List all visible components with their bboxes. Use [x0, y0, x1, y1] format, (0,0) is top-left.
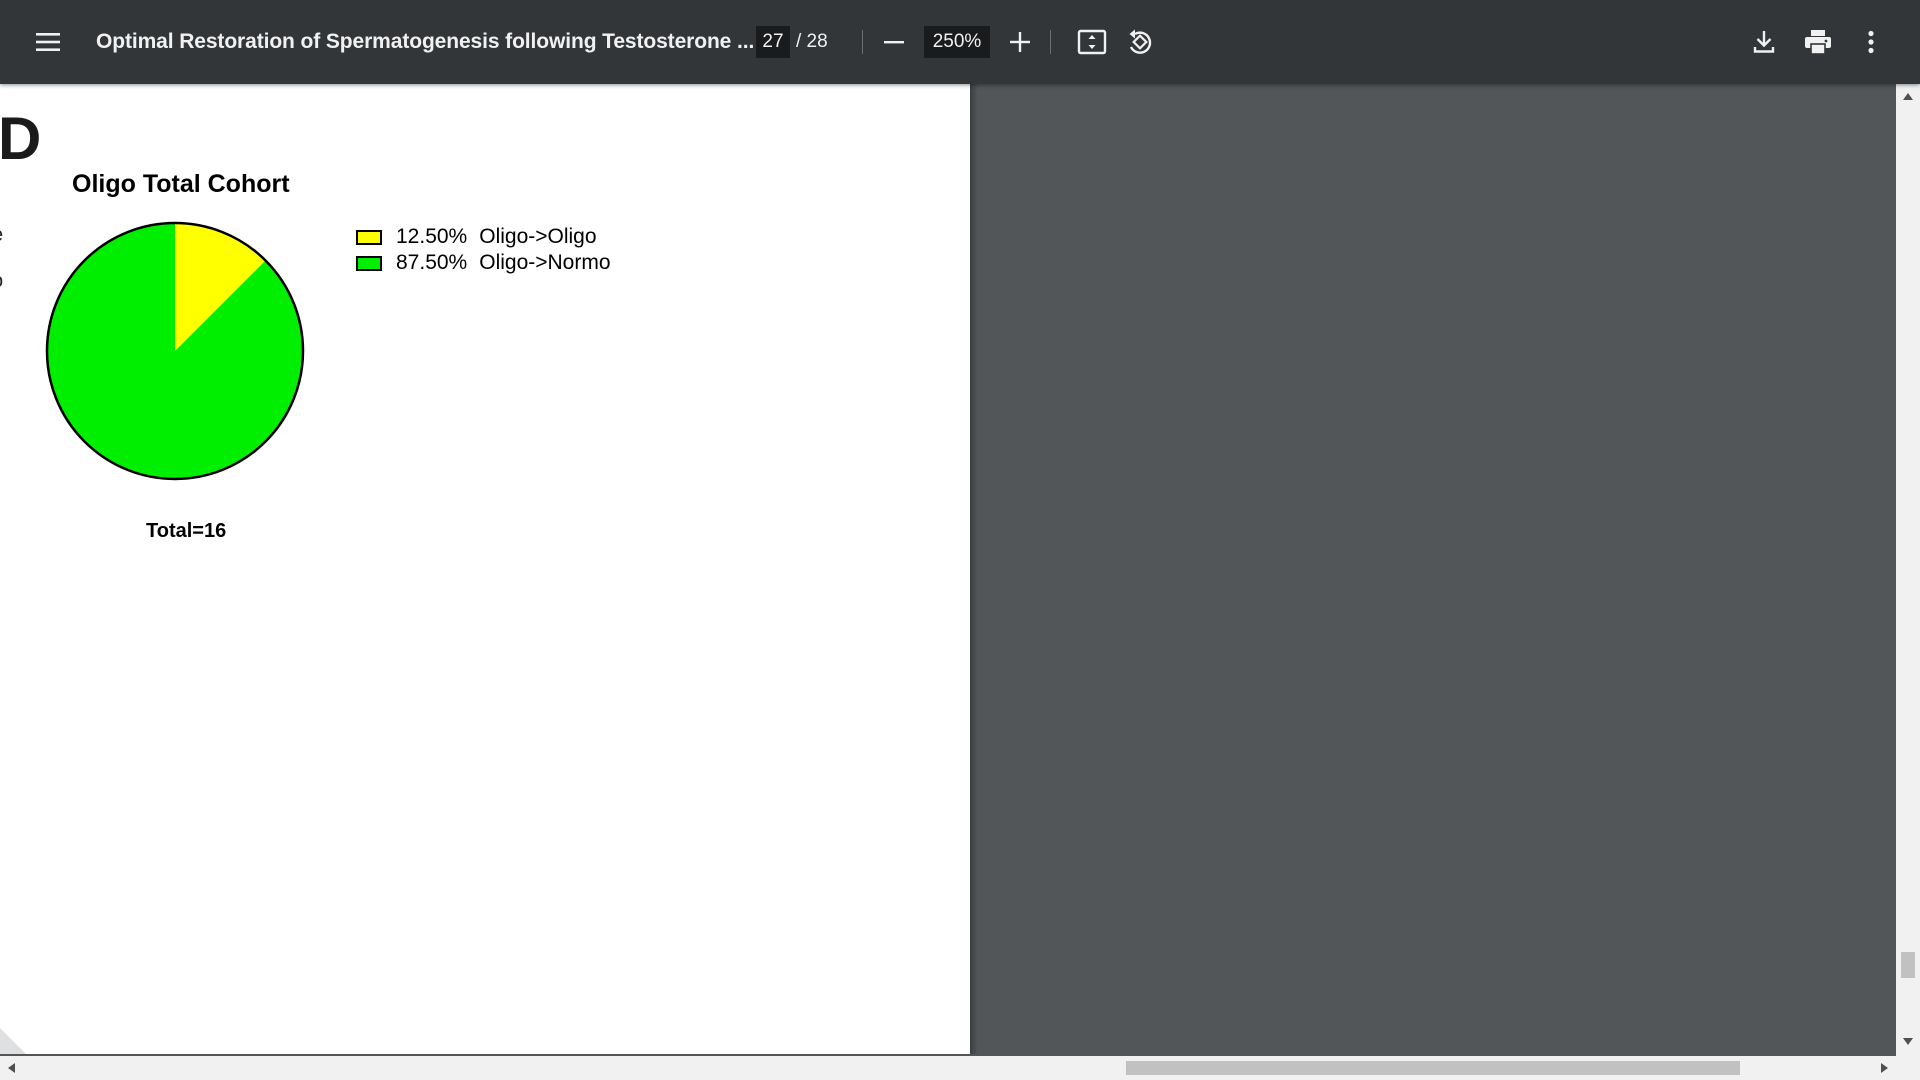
scroll-up-arrow-icon[interactable]: [1903, 93, 1913, 100]
more-vert-icon: [1868, 30, 1874, 54]
print-icon: [1805, 30, 1831, 55]
download-button[interactable]: [1742, 20, 1786, 64]
legend-label: Oligo->Normo: [479, 251, 611, 274]
page-number-input[interactable]: 27: [756, 26, 790, 58]
cropped-text-fragment: o: [0, 270, 3, 293]
legend-percent: 12.50%: [396, 225, 468, 248]
fit-to-page-button[interactable]: [1070, 20, 1114, 64]
hamburger-menu-icon[interactable]: [26, 20, 70, 64]
chart-title: Oligo Total Cohort: [72, 170, 290, 198]
legend-item: 12.50% Oligo->Oligo: [356, 224, 611, 250]
toolbar-divider: [862, 30, 863, 54]
scroll-down-arrow-icon[interactable]: [1903, 1038, 1913, 1045]
chart-legend: 12.50% Oligo->Oligo 87.50% Oligo->Normo: [356, 224, 611, 276]
rotate-button[interactable]: [1118, 20, 1162, 64]
horizontal-scrollbar-thumb[interactable]: [1126, 1061, 1740, 1075]
legend-item: 87.50% Oligo->Normo: [356, 250, 611, 276]
more-options-button[interactable]: [1849, 20, 1893, 64]
document-title: Optimal Restoration of Spermatogenesis f…: [96, 30, 755, 53]
page-fold-corner: [0, 1028, 26, 1054]
toolbar-divider: [1050, 30, 1051, 54]
scroll-right-arrow-icon[interactable]: [1881, 1063, 1888, 1073]
pie-chart: [45, 221, 305, 481]
zoom-level-input[interactable]: 250%: [924, 26, 990, 58]
page-total: / 28: [796, 31, 828, 52]
page-shadow: [970, 84, 978, 1054]
total-count-label: Total=16: [146, 520, 227, 542]
download-icon: [1753, 31, 1775, 53]
zoom-in-button[interactable]: [998, 20, 1042, 64]
legend-label: Oligo->Oligo: [479, 225, 597, 248]
pdf-page: D e o Oligo Total Cohort 12.50% Oligo->O…: [0, 84, 970, 1054]
pdf-toolbar: Optimal Restoration of Spermatogenesis f…: [0, 0, 1920, 84]
minus-icon: [884, 41, 904, 44]
pdf-viewer-area[interactable]: D e o Oligo Total Cohort 12.50% Oligo->O…: [0, 84, 1920, 1080]
legend-percent: 87.50%: [396, 251, 468, 274]
plus-icon: [1010, 32, 1030, 52]
fit-to-page-icon: [1077, 29, 1107, 55]
zoom-out-button[interactable]: [872, 20, 916, 64]
scroll-left-arrow-icon[interactable]: [8, 1063, 15, 1073]
legend-swatch: [356, 255, 382, 271]
horizontal-scrollbar[interactable]: [0, 1056, 1920, 1080]
legend-swatch: [356, 229, 382, 245]
print-button[interactable]: [1796, 20, 1840, 64]
rotate-counterclockwise-icon: [1129, 29, 1152, 54]
figure-panel-label: D: [0, 105, 42, 172]
vertical-scrollbar-thumb[interactable]: [1901, 952, 1915, 978]
vertical-scrollbar[interactable]: [1896, 84, 1920, 1056]
cropped-text-fragment: e: [0, 224, 3, 247]
